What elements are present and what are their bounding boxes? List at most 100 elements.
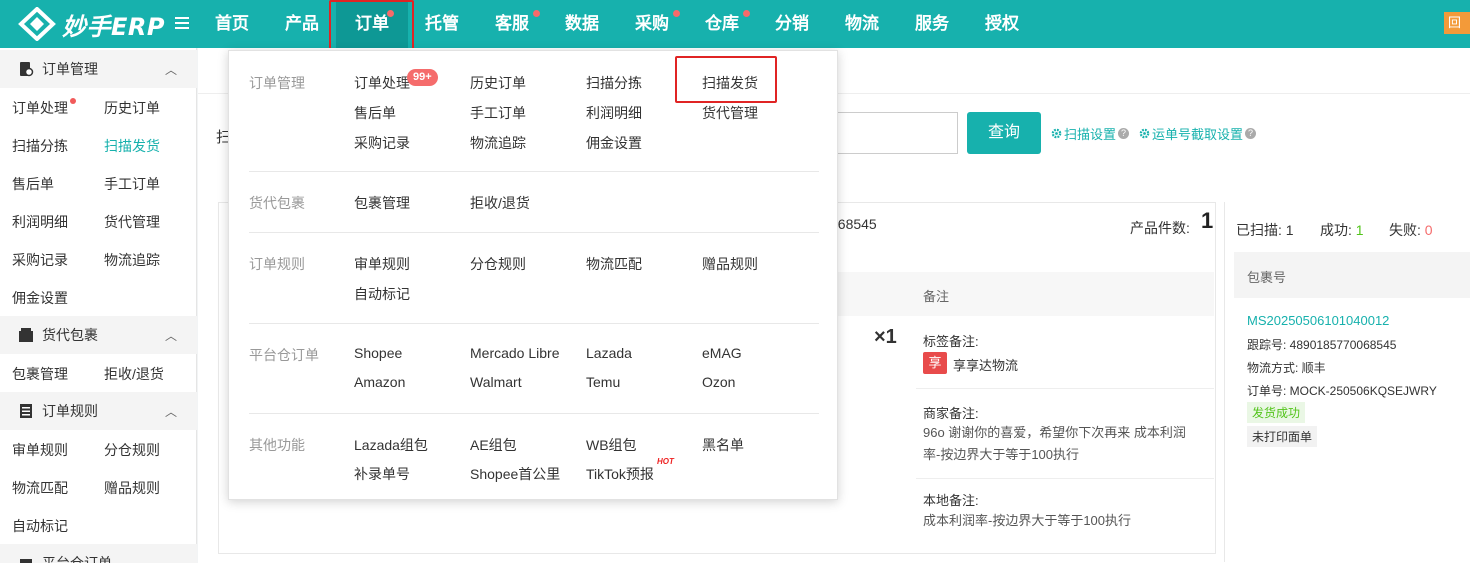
dropdown-item-temu[interactable]: Temu: [586, 374, 620, 390]
chevron-up-icon: ︿: [165, 555, 177, 563]
dropdown-item-order-processing[interactable]: 订单处理: [354, 73, 410, 93]
remark-header: 备注: [838, 272, 1214, 316]
dropdown-item-lazada-bundle[interactable]: Lazada组包: [354, 435, 428, 455]
dropdown-item-emag[interactable]: eMAG: [702, 345, 742, 361]
sidebar-item-profit-detail[interactable]: 利润明细: [12, 212, 68, 232]
sidebar-item-logistics-tracking[interactable]: 物流追踪: [104, 250, 160, 270]
dropdown-item-history-orders[interactable]: 历史订单: [470, 73, 526, 93]
dropdown-item-package-management[interactable]: 包裹管理: [354, 193, 410, 213]
scan-settings-link[interactable]: 扫描设置?: [1051, 124, 1130, 143]
sidebar-item-manual-order[interactable]: 手工订单: [104, 174, 160, 194]
sidebar-item-warehouse-rules[interactable]: 分仓规则: [104, 440, 160, 460]
sidebar-item-gift-rules[interactable]: 赠品规则: [104, 478, 160, 498]
nav-distribution[interactable]: 分销: [768, 0, 816, 48]
chevron-up-icon: ︿: [164, 63, 177, 77]
highlight-box-order: [329, 0, 414, 52]
sidebar-item-forwarder-management[interactable]: 货代管理: [104, 212, 160, 232]
query-button[interactable]: 查询: [967, 112, 1041, 154]
dropdown-item-forwarder-management[interactable]: 货代管理: [702, 103, 758, 123]
notification-dot: [533, 10, 540, 17]
dropdown-item-tiktok-forecast[interactable]: TikTok预报: [586, 464, 654, 484]
dropdown-item-warehouse-rules[interactable]: 分仓规则: [470, 254, 526, 274]
nav-product[interactable]: 产品: [278, 0, 326, 48]
package-header: 包裹号: [1234, 252, 1470, 298]
sidebar-item-package-management[interactable]: 包裹管理: [12, 364, 68, 384]
dropdown-item-audit-rules[interactable]: 审单规则: [354, 254, 410, 274]
corner-badge[interactable]: 回: [1444, 12, 1470, 34]
dropdown-item-auto-tag[interactable]: 自动标记: [354, 284, 410, 304]
dropdown-item-manual-order[interactable]: 手工订单: [470, 103, 526, 123]
nav-customer-service[interactable]: 客服: [488, 0, 540, 48]
sidebar-item-reject-return[interactable]: 拒收/退货: [104, 364, 164, 384]
app-logo[interactable]: 妙手ERP: [18, 6, 165, 42]
sidebar-item-audit-rules[interactable]: 审单规则: [12, 440, 68, 460]
help-icon[interactable]: ?: [1118, 128, 1130, 139]
top-navigation-bar: 妙手ERP 首页 产品 订单 托管 客服 数据 采购 仓库 分销 物流 服务 授…: [0, 0, 1470, 48]
dropdown-item-mercado-libre[interactable]: Mercado Libre: [470, 345, 560, 361]
dropdown-item-wb-bundle[interactable]: WB组包: [586, 435, 637, 455]
scanned-stat: 已扫描: 1: [1236, 222, 1294, 238]
sidebar-group-forwarder-package[interactable]: 货代包裹 ︿: [0, 316, 197, 354]
dropdown-item-logistics-tracking[interactable]: 物流追踪: [470, 133, 526, 153]
divider: [249, 232, 819, 233]
warehouse-icon: [20, 559, 32, 563]
dropdown-item-purchase-record[interactable]: 采购记录: [354, 133, 410, 153]
share-logistics-text: 享享达物流: [953, 358, 1019, 373]
sidebar-group-platform-warehouse[interactable]: 平台仓订单 ︿: [0, 544, 197, 563]
list-icon: [20, 404, 32, 418]
dropdown-item-supplement-tracking[interactable]: 补录单号: [354, 464, 410, 484]
dropdown-item-scan-sort[interactable]: 扫描分拣: [586, 73, 642, 93]
notification-dot: [743, 10, 750, 17]
dropdown-item-commission-settings[interactable]: 佣金设置: [586, 133, 642, 153]
dropdown-item-ae-bundle[interactable]: AE组包: [470, 435, 517, 455]
dropdown-section-order-management: 订单管理: [249, 75, 305, 91]
dropdown-item-logistics-match[interactable]: 物流匹配: [586, 254, 642, 274]
gear-icon: [1139, 128, 1150, 139]
fail-stat: 失败: 0: [1389, 222, 1433, 238]
divider: [916, 478, 1214, 479]
sidebar-item-order-processing[interactable]: 订单处理: [12, 98, 76, 118]
sidebar-item-purchase-record[interactable]: 采购记录: [12, 250, 68, 270]
merchant-remark-title: 商家备注:: [923, 406, 979, 421]
dropdown-item-shopee[interactable]: Shopee: [354, 345, 402, 361]
sidebar-item-history-orders[interactable]: 历史订单: [104, 98, 160, 118]
product-count: 1: [1201, 208, 1214, 233]
dropdown-item-after-sales[interactable]: 售后单: [354, 103, 396, 123]
success-stat: 成功: 1: [1320, 222, 1364, 238]
dropdown-item-walmart[interactable]: Walmart: [470, 374, 522, 390]
sidebar-item-commission-settings[interactable]: 佣金设置: [12, 288, 68, 308]
sidebar-item-after-sales[interactable]: 售后单: [12, 174, 54, 194]
dropdown-item-profit-detail[interactable]: 利润明细: [586, 103, 642, 123]
dropdown-item-reject-return[interactable]: 拒收/退货: [470, 193, 530, 213]
nav-purchase[interactable]: 采购: [628, 0, 680, 48]
package-number-link[interactable]: MS20250506101040012: [1247, 313, 1389, 328]
dropdown-section-order-rules: 订单规则: [249, 256, 305, 272]
nav-home[interactable]: 首页: [208, 0, 256, 48]
sidebar-item-logistics-match[interactable]: 物流匹配: [12, 478, 68, 498]
order-dropdown-menu: 订单管理 订单处理 99+ 历史订单 扫描分拣 扫描发货 售后单 手工订单 利润…: [228, 50, 838, 500]
help-icon[interactable]: ?: [1245, 128, 1257, 139]
dropdown-item-blacklist[interactable]: 黑名单: [702, 435, 744, 455]
chevron-up-icon: ︿: [164, 329, 177, 343]
waybill-settings-link[interactable]: 运单号截取设置?: [1139, 124, 1257, 143]
menu-toggle-icon[interactable]: [172, 13, 192, 33]
dropdown-item-amazon[interactable]: Amazon: [354, 374, 405, 390]
dropdown-section-other-functions: 其他功能: [249, 437, 305, 453]
nav-authorization[interactable]: 授权: [978, 0, 1026, 48]
dropdown-item-gift-rules[interactable]: 赠品规则: [702, 254, 758, 274]
nav-data[interactable]: 数据: [558, 0, 606, 48]
nav-logistics[interactable]: 物流: [838, 0, 886, 48]
dropdown-item-shopee-first-mile[interactable]: Shopee首公里: [470, 464, 560, 484]
order-number: 订单号: MOCK-250506KQSEJWRY: [1247, 384, 1437, 398]
sidebar-group-order-rules[interactable]: 订单规则 ︿: [0, 392, 197, 430]
sidebar-item-scan-sort[interactable]: 扫描分拣: [12, 136, 68, 156]
divider: [249, 323, 819, 324]
nav-warehouse[interactable]: 仓库: [698, 0, 750, 48]
sidebar-group-order-management[interactable]: 订单管理 ︿: [0, 50, 197, 88]
sidebar-item-scan-ship[interactable]: 扫描发货: [104, 136, 160, 156]
dropdown-item-ozon[interactable]: Ozon: [702, 374, 735, 390]
nav-service[interactable]: 服务: [908, 0, 956, 48]
nav-hosting[interactable]: 托管: [418, 0, 466, 48]
dropdown-item-lazada[interactable]: Lazada: [586, 345, 632, 361]
sidebar-item-auto-tag[interactable]: 自动标记: [12, 516, 68, 536]
